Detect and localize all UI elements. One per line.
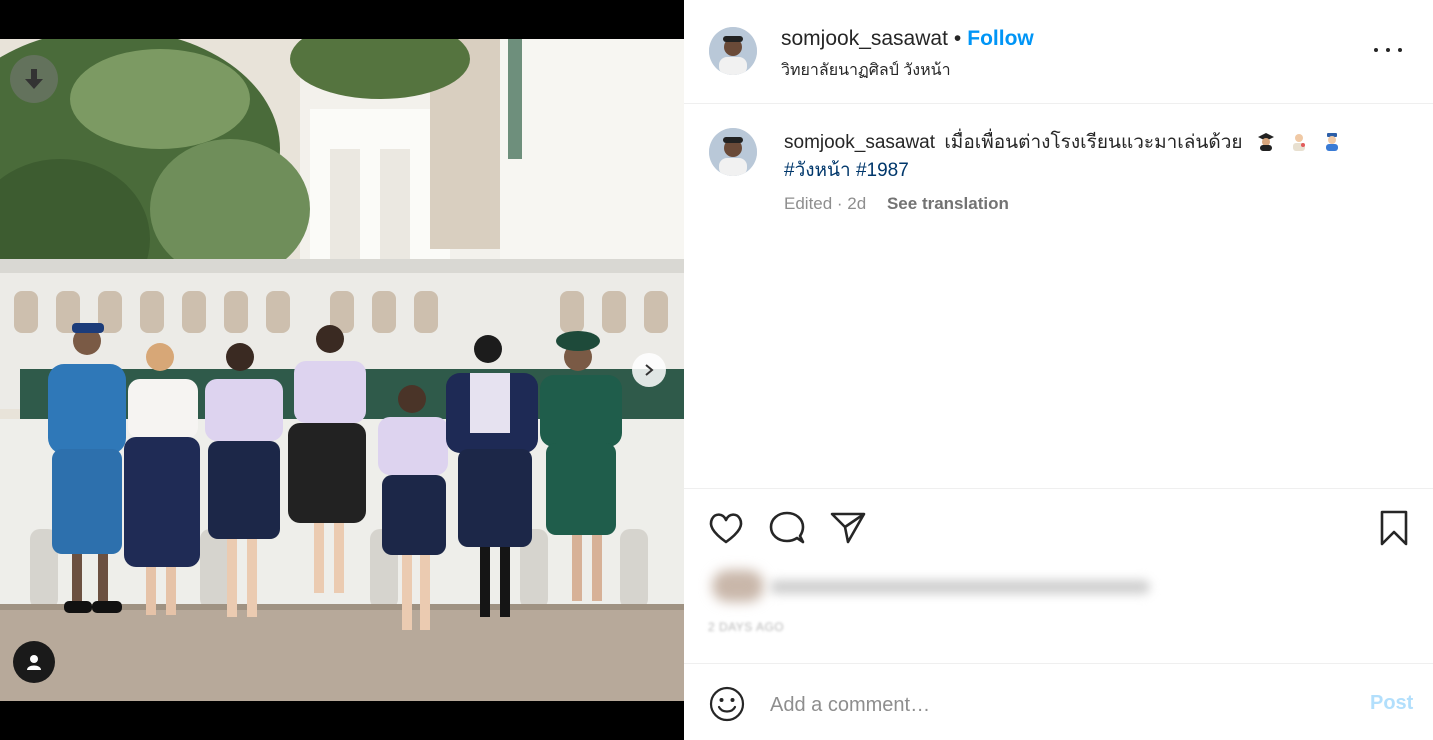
graduate-emoji-icon [1257,133,1274,151]
see-translation-button[interactable]: See translation [887,194,1009,213]
bookmark-icon [1380,510,1408,546]
user-tag-icon [27,655,41,670]
edited-timestamp: Edited · 2d [784,194,867,213]
post-age: 2 DAYS AGO [708,620,785,634]
media-viewer [0,0,684,740]
header-title: somjook_sasawat • Follow [781,27,1034,51]
avatar[interactable] [709,27,757,75]
user-tags-button[interactable] [13,641,55,683]
caption-avatar[interactable] [709,128,757,176]
share-button[interactable] [828,508,868,548]
post-comment-button[interactable]: Post [1370,692,1413,715]
post-header: somjook_sasawat • Follow วิทยาลัยนาฏศิลป์ … [684,0,1433,104]
caption-meta: Edited · 2d See translation [784,194,1009,214]
police-emoji-icon [1326,133,1339,151]
follow-button[interactable]: Follow [967,27,1034,50]
likes-text-blurred [770,580,1150,594]
caption-hashtags[interactable]: #วังหน้า #1987 [784,160,909,181]
heart-icon [709,513,743,544]
comment-icon [769,511,805,544]
more-options-button[interactable] [1374,38,1402,62]
comment-divider [684,663,1433,664]
next-media-button[interactable] [632,353,666,387]
likes-summary[interactable] [712,570,1152,606]
post-panel: somjook_sasawat • Follow วิทยาลัยนาฏศิลป์ … [684,0,1433,740]
comment-button[interactable] [767,508,807,548]
actions-divider [684,488,1433,489]
farmer-emoji-icon [1293,134,1306,151]
post-photo[interactable] [0,39,684,701]
post-caption: somjook_sasawat เมื่อเพื่อนต่างโรงเรียนแ… [784,129,1384,185]
comment-input[interactable] [768,688,1332,722]
header-username[interactable]: somjook_sasawat [781,27,948,50]
smiley-icon[interactable] [708,685,746,723]
caption-text: เมื่อเพื่อนต่างโรงเรียนแวะมาเล่นด้วย [944,132,1243,153]
more-dot-icon [1398,48,1402,52]
post-location[interactable]: วิทยาลัยนาฏศิลป์ วังหน้า [781,58,951,83]
like-button[interactable] [706,508,746,548]
caption-username[interactable]: somjook_sasawat [784,132,935,153]
download-icon [25,69,43,89]
more-dot-icon [1374,48,1378,52]
send-icon [830,512,866,544]
liker-avatar-blurred [712,570,764,602]
chevron-right-icon [645,364,654,376]
download-button[interactable] [10,55,58,103]
more-dot-icon [1386,48,1390,52]
header-separator: • [953,27,962,50]
save-button[interactable] [1374,508,1414,548]
